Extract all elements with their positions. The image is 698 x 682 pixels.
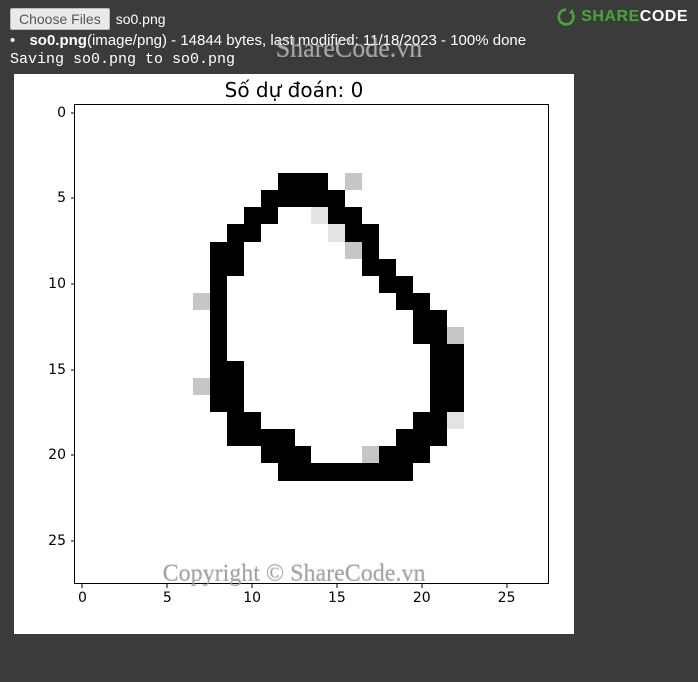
save-line: Saving so0.png to so0.png xyxy=(10,51,688,68)
x-tick-label: 15 xyxy=(328,590,346,606)
y-tick-label: 0 xyxy=(32,105,66,121)
chart-title: Số dự đoán: 0 xyxy=(14,78,574,102)
axes-border xyxy=(74,104,549,584)
y-tick-label: 5 xyxy=(32,190,66,206)
chart-axes xyxy=(74,104,549,584)
x-tick-label: 5 xyxy=(163,590,172,606)
choose-files-button[interactable]: Choose Files xyxy=(10,8,110,30)
logo-code: CODE xyxy=(640,8,688,26)
y-tick-label: 25 xyxy=(32,533,66,549)
x-tick-label: 25 xyxy=(498,590,516,606)
x-tick-label: 10 xyxy=(243,590,261,606)
selected-file-label: so0.png xyxy=(116,11,166,27)
upload-filename: so0.png xyxy=(29,32,87,49)
chart-panel: Số dự đoán: 0 0510152025 0510152025 Copy… xyxy=(14,74,574,634)
sharecode-logo: SHARECODE xyxy=(555,6,688,28)
refresh-icon xyxy=(555,6,577,28)
logo-share: SHARE xyxy=(581,8,640,26)
x-tick-label: 20 xyxy=(413,590,431,606)
y-tick-label: 15 xyxy=(32,362,66,378)
y-tick-label: 10 xyxy=(32,276,66,292)
upload-info: (image/png) - 14844 bytes, last modified… xyxy=(87,32,526,49)
x-tick-label: 0 xyxy=(78,590,87,606)
upload-status-line: • so0.png(image/png) - 14844 bytes, last… xyxy=(10,32,688,49)
bullet: • xyxy=(10,32,15,49)
y-tick-label: 20 xyxy=(32,447,66,463)
